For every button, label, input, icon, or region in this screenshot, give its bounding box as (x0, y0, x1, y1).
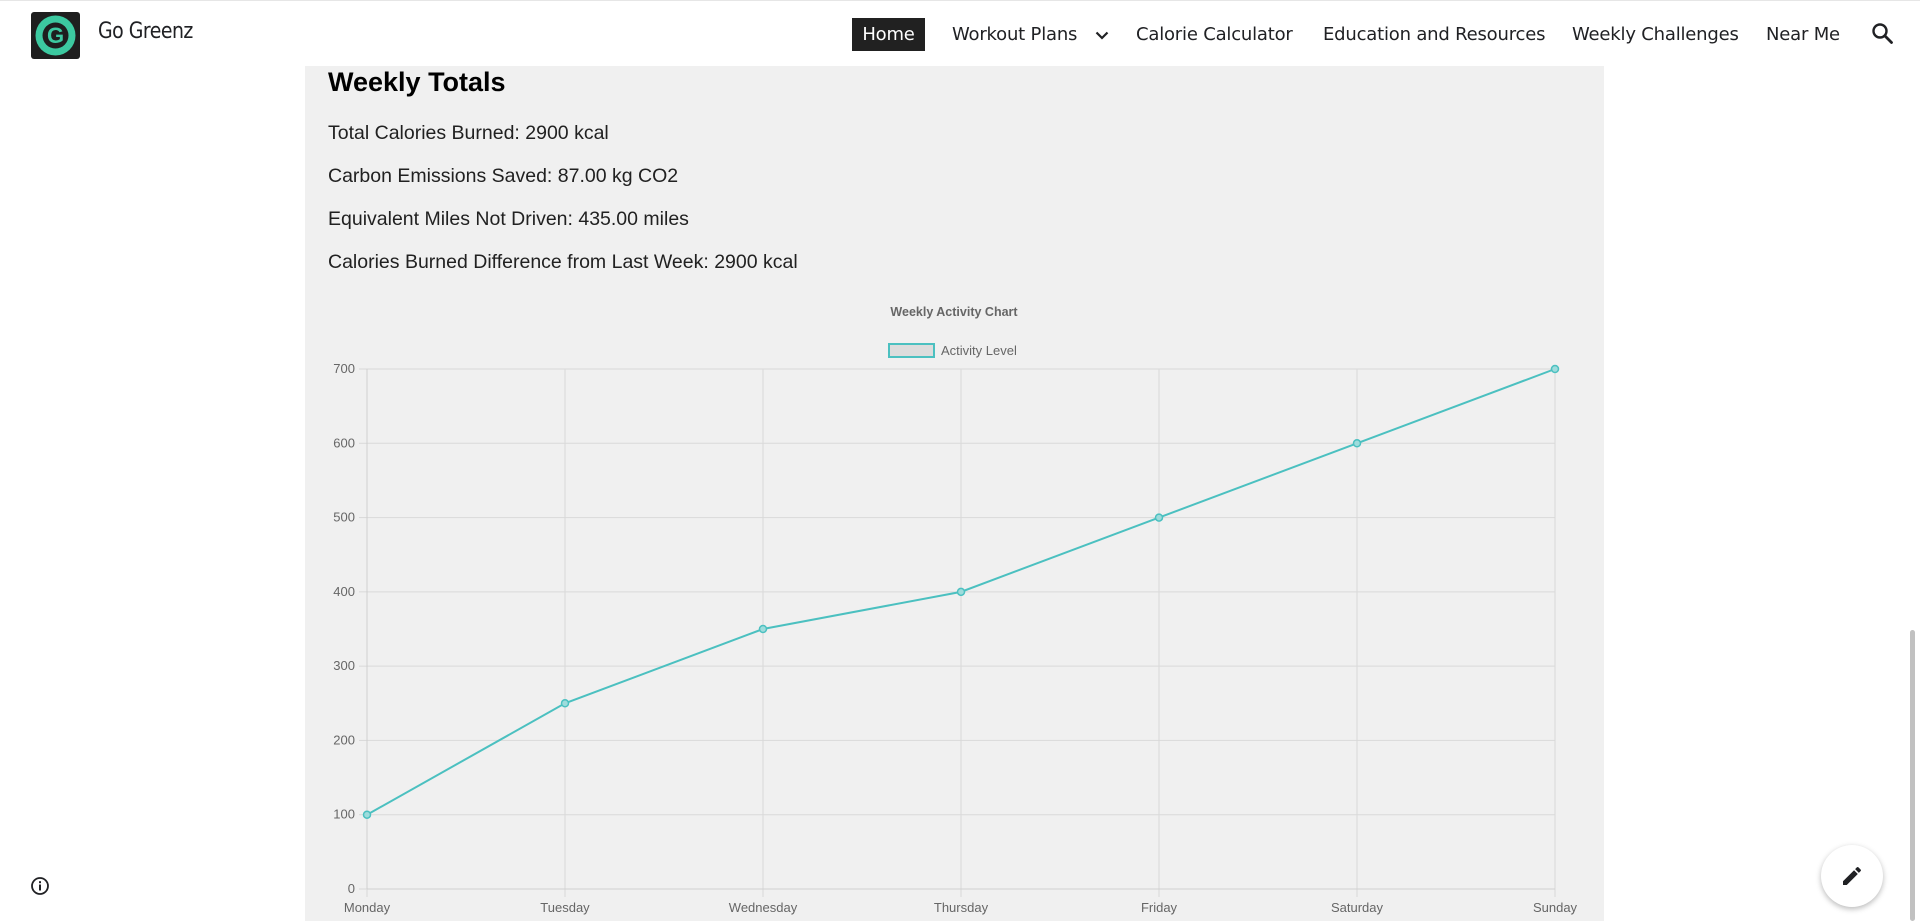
data-point (758, 624, 768, 634)
x-tick-label: Friday (1141, 900, 1178, 915)
y-tick-label: 300 (333, 658, 355, 673)
y-tick-label: 400 (333, 584, 355, 599)
y-tick-label: 100 (333, 807, 355, 822)
x-tick-label: Monday (344, 900, 391, 915)
nav-education-and-resources[interactable]: Education and Resources (1323, 18, 1545, 51)
weekly-totals-heading: Weekly Totals (328, 67, 506, 97)
carbon-emissions-stat: Carbon Emissions Saved: 87.00 kg CO2 (328, 165, 679, 187)
miles-not-driven-stat: Equivalent Miles Not Driven: 435.00 mile… (328, 208, 689, 230)
data-point (1550, 364, 1560, 374)
top-navigation-bar: G Go Greenz Home Workout Plans Calorie C… (0, 0, 1920, 66)
chart-title: Weekly Activity Chart (890, 305, 1018, 319)
nav-near-me[interactable]: Near Me (1766, 18, 1840, 51)
pencil-icon (1843, 866, 1861, 885)
x-tick-label: Thursday (934, 900, 989, 915)
search-icon[interactable] (1870, 21, 1896, 47)
data-point (560, 699, 570, 708)
nav-workout-plans[interactable]: Workout Plans (952, 18, 1077, 51)
x-tick-label: Saturday (1331, 900, 1384, 915)
weekly-activity-chart: 0 100 200 300 400 500 600 700 Monday Tuesday Wedne… (333, 361, 1578, 915)
chevron-down-icon[interactable] (1092, 23, 1112, 47)
x-tick-label: Sunday (1533, 900, 1578, 915)
calories-difference-stat: Calories Burned Difference from Last Wee… (328, 251, 798, 273)
logo-g-icon: G (35, 15, 76, 56)
y-tick-label: 0 (348, 881, 355, 896)
site-logo[interactable]: G (31, 12, 80, 59)
total-calories-stat: Total Calories Burned: 2900 kcal (328, 122, 609, 144)
edit-button[interactable] (1821, 845, 1883, 907)
y-tick-label: 200 (333, 732, 355, 747)
nav-weekly-challenges[interactable]: Weekly Challenges (1572, 18, 1739, 51)
data-point (1352, 439, 1362, 448)
info-icon[interactable] (30, 876, 50, 896)
y-tick-label: 500 (333, 510, 355, 525)
nav-calorie-calculator[interactable]: Calorie Calculator (1136, 18, 1293, 51)
site-title[interactable]: Go Greenz (98, 19, 193, 44)
data-point (956, 587, 966, 597)
data-point (362, 810, 372, 819)
logo-letter: G (47, 23, 64, 48)
x-tick-label: Tuesday (540, 900, 590, 915)
nav-home[interactable]: Home (852, 18, 925, 51)
x-tick-label: Wednesday (729, 900, 798, 915)
page-scrollbar[interactable] (1910, 630, 1915, 921)
data-point (1154, 513, 1164, 522)
y-tick-label: 700 (333, 361, 355, 376)
y-tick-label: 600 (333, 435, 355, 450)
